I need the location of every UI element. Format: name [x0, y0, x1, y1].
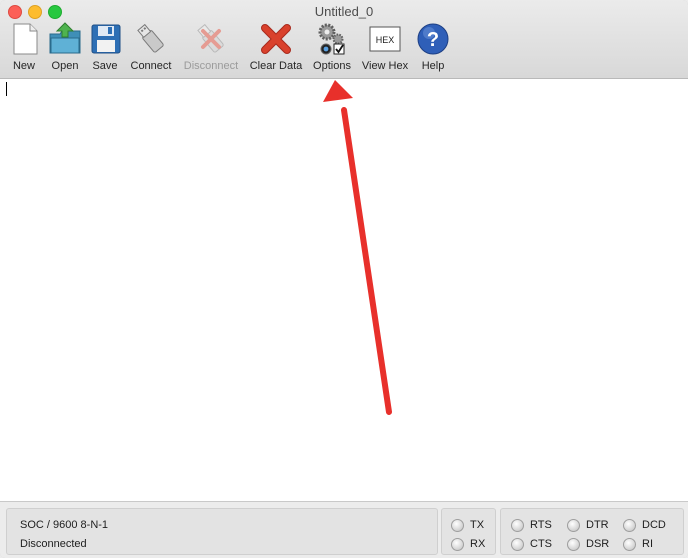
tx-indicator-led: [451, 519, 464, 532]
open-label: Open: [51, 60, 79, 72]
dsr-indicator-led: [567, 538, 580, 551]
help-button[interactable]: ? Help: [416, 22, 450, 74]
clear-data-label: Clear Data: [249, 60, 303, 72]
clear-data-button[interactable]: Clear Data: [247, 22, 305, 74]
new-label: New: [12, 60, 35, 72]
dcd-label: DCD: [642, 519, 666, 531]
new-button[interactable]: New: [8, 22, 40, 74]
dcd-indicator-led: [623, 519, 636, 532]
rx-label: RX: [470, 538, 486, 550]
rts-label: RTS: [530, 519, 552, 531]
rts-indicator-led: [511, 519, 524, 532]
disconnect-label: Disconnect: [183, 60, 239, 72]
control-lines-panel: RTS CTS DTR DSR DCD RI: [500, 508, 684, 555]
dtr-indicator-led: [567, 519, 580, 532]
hex-icon-text: HEX: [376, 35, 395, 45]
connect-label: Connect: [130, 60, 172, 72]
help-question-icon: ?: [417, 23, 449, 55]
open-folder-icon: [49, 22, 81, 54]
options-button[interactable]: Options: [310, 22, 354, 74]
dsr-label: DSR: [586, 538, 610, 550]
title-bar: Untitled_0 New Open Save Connect Disconn…: [0, 0, 688, 79]
tx-label: TX: [470, 519, 485, 531]
cts-indicator-led: [511, 538, 524, 551]
terminal-output-area[interactable]: [0, 79, 688, 502]
floppy-disk-icon: [91, 24, 121, 54]
dtr-label: DTR: [586, 519, 609, 531]
view-hex-button[interactable]: HEX View Hex: [359, 22, 411, 74]
save-button[interactable]: Save: [89, 22, 121, 74]
tx-rx-panel: TX RX: [441, 508, 496, 555]
connection-state-text: Disconnected: [20, 538, 87, 550]
ri-indicator-led: [623, 538, 636, 551]
disconnect-button[interactable]: Disconnect: [180, 22, 242, 74]
new-document-icon: [13, 23, 38, 55]
text-caret: [6, 82, 7, 96]
cts-label: CTS: [530, 538, 552, 550]
help-label: Help: [421, 60, 445, 72]
gears-options-icon: [318, 23, 345, 55]
view-hex-label: View Hex: [361, 60, 409, 72]
port-settings-text: SOC / 9600 8-N-1: [20, 519, 109, 531]
options-label: Options: [313, 60, 351, 72]
red-x-icon: [261, 24, 291, 54]
hex-view-icon: HEX: [369, 26, 401, 52]
disconnect-plug-icon: [197, 23, 224, 53]
svg-text:?: ?: [427, 29, 439, 51]
app-window: Untitled_0 New Open Save Connect Disconn…: [0, 0, 688, 558]
window-title: Untitled_0: [314, 4, 374, 19]
rx-indicator-led: [451, 538, 464, 551]
connect-button[interactable]: Connect: [127, 22, 175, 74]
save-label: Save: [92, 60, 118, 72]
connection-status-panel: SOC / 9600 8-N-1 Disconnected: [6, 508, 438, 555]
open-button[interactable]: Open: [46, 22, 84, 74]
ri-label: RI: [642, 538, 653, 550]
status-bar: SOC / 9600 8-N-1 Disconnected TX RX RTS …: [0, 502, 688, 558]
usb-plug-icon: [137, 23, 164, 53]
